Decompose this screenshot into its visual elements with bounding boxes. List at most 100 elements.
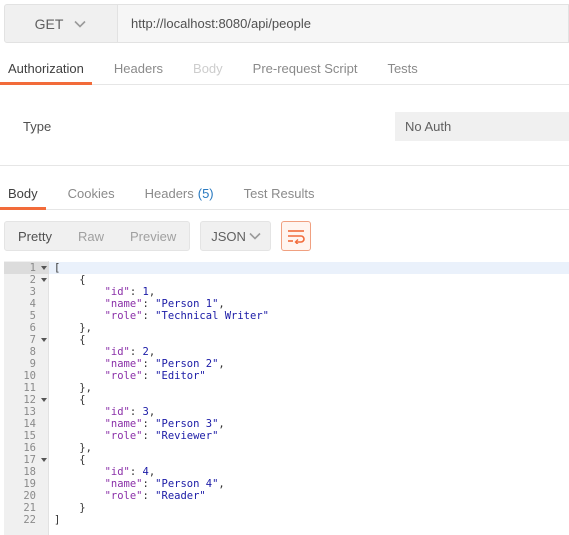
code-text: "name": "Person 4",	[104, 478, 225, 490]
line-number: 22	[23, 514, 36, 526]
response-body-editor[interactable]: 1[2 {3 "id": 1, 4 "name": "Person 1", 5 "r…	[4, 261, 569, 535]
fold-arrow-icon[interactable]	[41, 458, 47, 462]
tab-label: Test Results	[243, 185, 315, 201]
fold-arrow-icon[interactable]	[41, 338, 47, 342]
code-line: 8 "id": 2,	[4, 346, 569, 358]
tab-label: Pre-request Script	[252, 60, 358, 76]
response-tabs: Body Cookies Headers (5) Test Results	[0, 177, 569, 210]
chevron-down-icon	[74, 20, 86, 28]
tab-pre-request-script[interactable]: Pre-request Script	[245, 52, 366, 84]
url-input[interactable]: http://localhost:8080/api/people	[118, 4, 569, 43]
line-number: 4	[29, 298, 36, 310]
code-text: "role": "Technical Writer"	[104, 310, 269, 322]
code-text: "role": "Reader"	[104, 490, 206, 502]
wrap-lines-button[interactable]	[281, 221, 312, 251]
view-mode-raw[interactable]: Raw	[65, 222, 117, 250]
response-tab-body[interactable]: Body	[0, 177, 46, 210]
code-text: }	[79, 502, 86, 514]
auth-panel: Type No Auth	[0, 86, 569, 166]
auth-type-select[interactable]: No Auth	[395, 112, 569, 141]
fold-arrow-icon[interactable]	[41, 398, 47, 402]
tab-tests[interactable]: Tests	[379, 52, 425, 84]
code-text: ]	[54, 514, 61, 526]
tab-label: Headers	[113, 60, 164, 76]
code-text: "name": "Person 2",	[104, 358, 225, 370]
code-line: 21 }	[4, 502, 569, 514]
code-line: 20 "role": "Reader"	[4, 490, 569, 502]
code-text: "id": 3,	[104, 406, 156, 418]
line-number: 14	[23, 418, 36, 430]
code-line: 13 "id": 3,	[4, 406, 569, 418]
code-line: 2 {	[4, 274, 569, 286]
code-line: 22]	[4, 514, 569, 526]
request-tabs: Authorization Headers Body Pre-request Scri…	[0, 52, 569, 85]
wrap-lines-icon	[288, 230, 305, 244]
code-text: {	[79, 274, 86, 286]
tab-headers[interactable]: Headers	[106, 52, 171, 84]
response-tab-headers[interactable]: Headers (5)	[137, 177, 222, 209]
view-mode-pretty[interactable]: Pretty	[5, 222, 65, 250]
code-text: "id": 4,	[104, 466, 156, 478]
code-line: 11 },	[4, 382, 569, 394]
code-line: 1[	[4, 262, 569, 274]
response-tab-cookies[interactable]: Cookies	[60, 177, 123, 209]
tab-label: Body	[8, 185, 38, 201]
format-select[interactable]: JSON	[200, 221, 272, 251]
line-number: 11	[23, 382, 36, 394]
tab-label: Headers	[144, 185, 194, 201]
code-line: 17 {	[4, 454, 569, 466]
tab-label: Tests	[387, 60, 418, 76]
line-number: 3	[29, 286, 36, 298]
line-number: 5	[29, 310, 36, 322]
format-label: JSON	[211, 228, 246, 244]
tab-authorization[interactable]: Authorization	[0, 52, 92, 85]
code-text: "name": "Person 3",	[104, 418, 225, 430]
code-line: 12 {	[4, 394, 569, 406]
url-text: http://localhost:8080/api/people	[131, 16, 311, 31]
code-text: "role": "Reviewer"	[104, 430, 219, 442]
line-number: 10	[23, 370, 36, 382]
line-number: 6	[29, 322, 36, 334]
response-toolbar: Pretty Raw Preview JSON	[4, 221, 312, 251]
view-mode-preview[interactable]: Preview	[117, 222, 189, 250]
chevron-down-icon	[249, 232, 261, 240]
code-line: 10 "role": "Editor"	[4, 370, 569, 382]
method-select[interactable]: GET	[4, 4, 118, 43]
code-line: 15 "role": "Reviewer"	[4, 430, 569, 442]
tab-label: Body	[193, 60, 223, 76]
line-number: 16	[23, 442, 36, 454]
auth-type-label: Type	[23, 119, 52, 134]
code-text: },	[79, 322, 92, 334]
code-text: [	[54, 262, 61, 274]
code-line: 7 {	[4, 334, 569, 346]
line-number: 8	[29, 346, 36, 358]
code-text: "role": "Editor"	[104, 370, 206, 382]
method-label: GET	[34, 15, 64, 32]
tab-count-badge: (5)	[197, 185, 214, 201]
code-text: "id": 2,	[104, 346, 156, 358]
code-text: "id": 1,	[104, 286, 156, 298]
code-text: {	[79, 394, 86, 406]
line-number: 13	[23, 406, 36, 418]
tab-label: Cookies	[67, 185, 115, 201]
view-mode-toggle: Pretty Raw Preview	[4, 221, 191, 251]
auth-type-value: No Auth	[405, 119, 452, 134]
fold-arrow-icon[interactable]	[41, 278, 47, 282]
code-line: 14 "name": "Person 3",	[4, 418, 569, 430]
line-number: 21	[23, 502, 36, 514]
code-text: "name": "Person 1",	[104, 298, 225, 310]
line-number: 19	[23, 478, 36, 490]
code-text: },	[79, 442, 92, 454]
tab-body: Body	[185, 52, 231, 84]
fold-arrow-icon[interactable]	[41, 266, 47, 270]
line-number: 18	[23, 466, 36, 478]
code-line: 9 "name": "Person 2",	[4, 358, 569, 370]
code-line: 5 "role": "Technical Writer"	[4, 310, 569, 322]
code-text: {	[79, 454, 86, 466]
code-line: 16 },	[4, 442, 569, 454]
response-tab-test-results[interactable]: Test Results	[236, 177, 323, 209]
code-text: },	[79, 382, 92, 394]
url-bar: GET http://localhost:8080/api/people	[4, 4, 569, 43]
tab-label: Authorization	[8, 60, 84, 76]
code-line: 4 "name": "Person 1",	[4, 298, 569, 310]
